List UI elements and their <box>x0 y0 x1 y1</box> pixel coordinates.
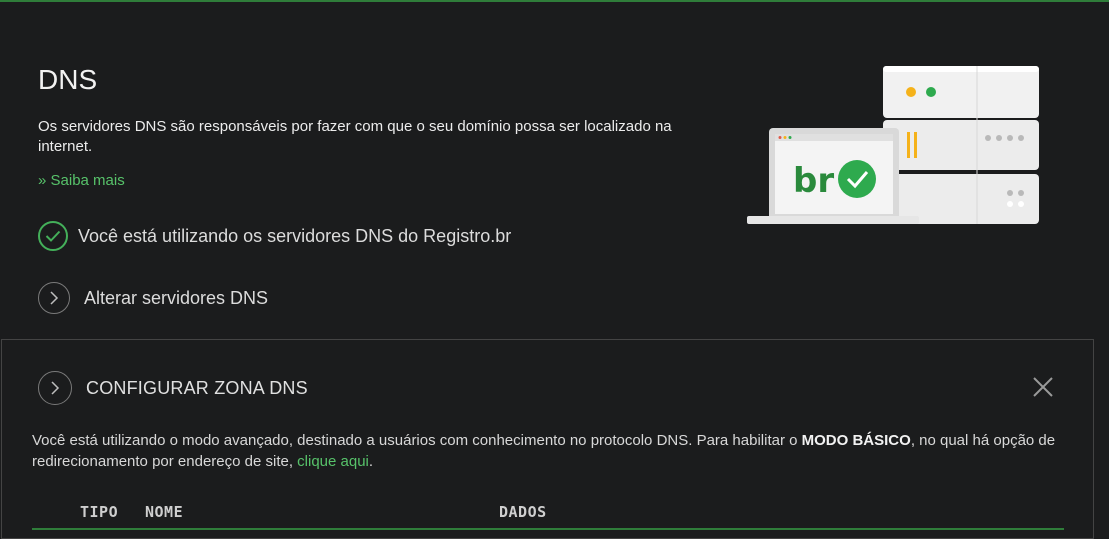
basic-mode-label: MODO BÁSICO <box>801 432 911 449</box>
advanced-mode-text-end: . <box>368 453 374 470</box>
server-stack-icon <box>883 66 1039 224</box>
column-header-dados: DADOS <box>499 503 547 521</box>
advanced-mode-text: Você está utilizando o modo avançado, de… <box>32 432 802 449</box>
advanced-mode-info: Você está utilizando o modo avançado, de… <box>32 430 1062 472</box>
column-header-nome: NOME <box>145 503 184 521</box>
dns-status: Você está utilizando os servidores DNS d… <box>38 221 511 251</box>
check-badge-icon <box>838 160 876 198</box>
table-header-divider <box>32 528 1064 530</box>
dns-status-text: Você está utilizando os servidores DNS d… <box>78 225 512 246</box>
chevron-right-icon <box>38 282 70 314</box>
dns-description: Os servidores DNS são responsáveis por f… <box>38 118 672 155</box>
change-dns-servers-label: Alterar servidores DNS <box>84 287 269 308</box>
close-icon[interactable] <box>1032 376 1054 398</box>
learn-more-link[interactable]: » Saiba mais <box>38 172 125 189</box>
top-accent-line <box>0 0 1109 2</box>
column-header-tipo: TIPO <box>80 503 119 521</box>
chevron-right-icon <box>38 371 72 405</box>
dns-zone-panel: CONFIGURAR ZONA DNS Você está utilizando… <box>1 339 1094 539</box>
laptop-label: br <box>793 161 834 201</box>
laptop-icon: br <box>747 128 919 224</box>
configure-dns-zone-toggle[interactable]: CONFIGURAR ZONA DNS <box>38 371 308 405</box>
dns-illustration: br <box>745 62 1060 237</box>
page-title: DNS <box>38 64 98 95</box>
click-here-link[interactable]: clique aqui <box>297 453 369 470</box>
check-circle-icon <box>38 221 68 251</box>
change-dns-servers-button[interactable]: Alterar servidores DNS <box>38 281 268 315</box>
configure-dns-zone-title: CONFIGURAR ZONA DNS <box>86 377 308 398</box>
